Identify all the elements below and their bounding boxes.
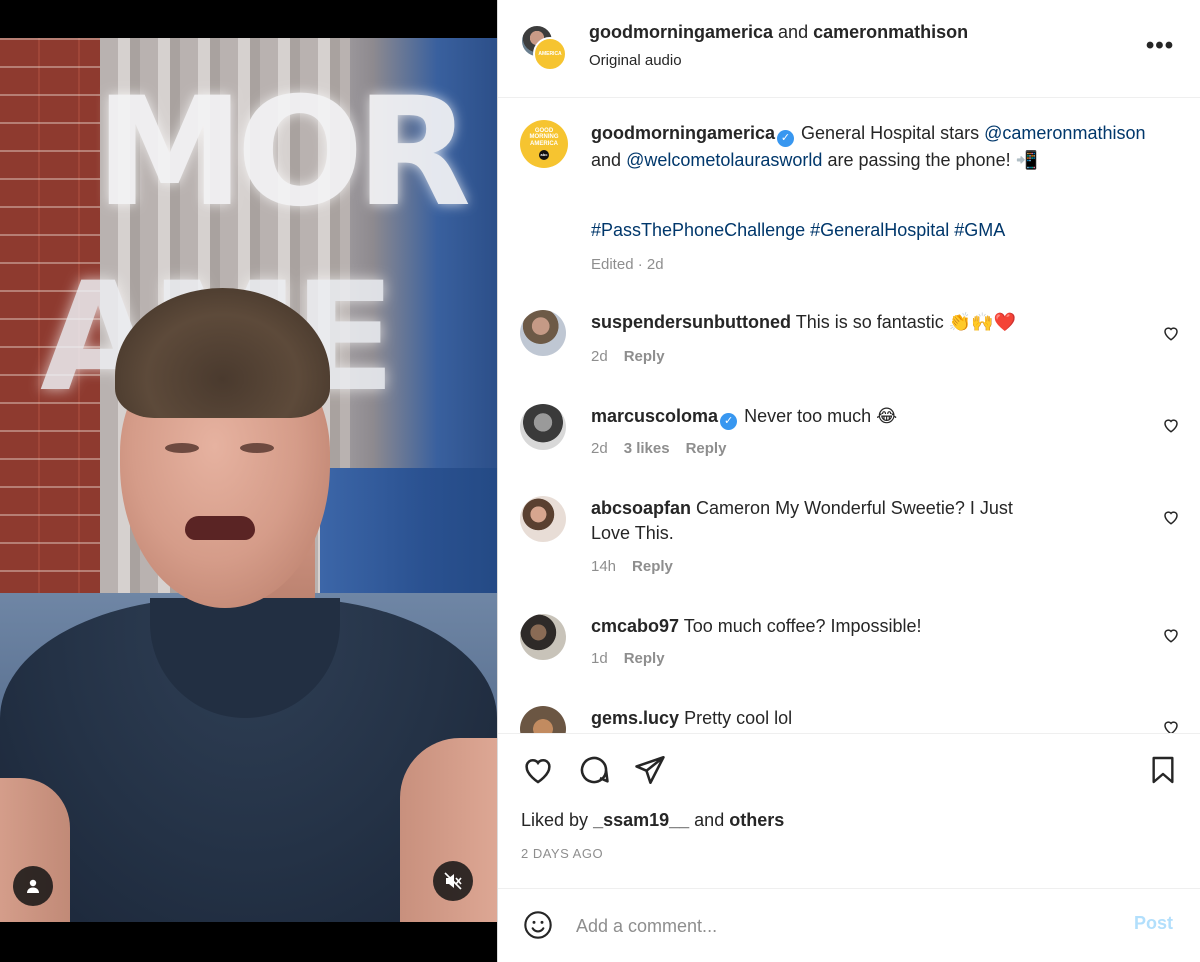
emoji-picker-button[interactable] xyxy=(520,907,556,943)
comment-username[interactable]: suspendersunbuttoned xyxy=(591,312,791,332)
comment-body: cmcabo97 Too much coffee? Impossible! xyxy=(591,614,1131,639)
share-icon xyxy=(635,755,665,785)
comment-input[interactable] xyxy=(576,911,1096,941)
caption-meta: Edited · 2d xyxy=(591,256,664,273)
comment-button[interactable] xyxy=(576,752,612,788)
post-actions: Liked by _ssam19__ and others 2 DAYS AGO xyxy=(498,733,1200,888)
comment-body: gems.lucy Pretty cool lol xyxy=(591,706,1131,731)
abc-logo-icon: abc xyxy=(539,149,549,160)
comment-meta: 2d Reply xyxy=(591,348,665,365)
post-author-names: goodmorningamerica and cameronmathison xyxy=(589,22,968,43)
post-comment-button[interactable]: Post xyxy=(1134,913,1173,934)
comment-text: This is so fantastic 👏🙌❤️ xyxy=(795,312,1016,332)
comment-likes-count[interactable]: 3 likes xyxy=(624,440,670,457)
comment-meta: 2d 3 likes Reply xyxy=(591,440,726,457)
post-caption: goodmorningamerica ✓ General Hospital sta… xyxy=(591,120,1171,173)
liked-by-prefix: Liked by xyxy=(521,810,589,830)
person-mouth xyxy=(185,516,255,540)
commenter-avatar[interactable] xyxy=(520,310,566,356)
person-eye-right xyxy=(240,443,274,453)
comment-body: abcsoapfan Cameron My Wonderful Sweetie?… xyxy=(591,496,1031,546)
comment-like-button[interactable] xyxy=(1160,322,1182,344)
person-eye-left xyxy=(165,443,199,453)
liked-by-user[interactable]: _ssam19__ xyxy=(593,810,689,830)
avatar-logo-line3: AMERICA xyxy=(530,140,558,147)
muted-speaker-icon xyxy=(444,872,462,890)
comment-body: marcuscoloma ✓ Never too much 😂 xyxy=(591,404,1131,430)
comment-age: 2d xyxy=(591,440,608,457)
comment-meta: 14h Reply xyxy=(591,558,673,575)
avatar-goodmorningamerica[interactable]: AMERICA xyxy=(533,37,567,71)
comment-text: Too much coffee? Impossible! xyxy=(683,616,922,636)
liked-by-summary: Liked by _ssam19__ and others xyxy=(521,810,784,831)
comment-body: suspendersunbuttoned This is so fantasti… xyxy=(591,310,1131,335)
comment-age: 14h xyxy=(591,558,617,575)
comment-username[interactable]: abcsoapfan xyxy=(591,498,691,518)
caption-hashtags[interactable]: #PassThePhoneChallenge #GeneralHospital … xyxy=(591,220,1005,241)
person-tag-icon xyxy=(27,879,39,893)
comment-icon xyxy=(580,756,609,784)
more-options-button[interactable]: ••• xyxy=(1143,32,1177,59)
post-detail-panel: AMERICA goodmorningamerica and cameronma… xyxy=(497,0,1200,962)
post-header: AMERICA goodmorningamerica and cameronma… xyxy=(498,0,1200,98)
tagged-users-button[interactable] xyxy=(13,866,53,906)
heart-icon xyxy=(1164,511,1178,525)
comment-text: Pretty cool lol xyxy=(684,708,793,728)
reel-video-player[interactable]: MOR AME xyxy=(0,0,497,962)
comment-username[interactable]: gems.lucy xyxy=(591,708,679,728)
comments-scroll-area[interactable]: GOOD MORNING AMERICA abc goodmorningamer… xyxy=(498,98,1200,733)
bookmark-icon xyxy=(1152,756,1174,784)
mention-welcometolaurasworld[interactable]: @welcometolaurasworld xyxy=(626,150,822,170)
more-options-icon: ••• xyxy=(1145,32,1175,59)
comment-meta: 1d Reply xyxy=(591,650,665,667)
like-button[interactable] xyxy=(520,752,556,788)
avatar-logo-text: AMERICA xyxy=(538,50,562,57)
comment-age: 1d xyxy=(591,650,608,667)
comment-like-button[interactable] xyxy=(1160,716,1182,733)
comment-reply-button[interactable]: Reply xyxy=(624,650,665,667)
comment-reply-button[interactable]: Reply xyxy=(624,348,665,365)
commenter-avatar[interactable] xyxy=(520,404,566,450)
emoji-icon xyxy=(524,911,552,939)
original-audio-link[interactable]: Original audio xyxy=(589,52,682,69)
share-button[interactable] xyxy=(632,752,668,788)
comment-like-button[interactable] xyxy=(1160,414,1182,436)
marquee-sign-upper: MOR xyxy=(95,66,471,240)
verified-badge-icon: ✓ xyxy=(720,413,738,430)
mention-cameronmathison[interactable]: @cameronmathison xyxy=(984,123,1145,143)
comment-username[interactable]: cmcabo97 xyxy=(591,616,679,636)
commenter-avatar[interactable] xyxy=(520,496,566,542)
comment-text: Never too much 😂 xyxy=(744,406,898,426)
caption-text-2: are passing the phone! 📲 xyxy=(827,150,1038,170)
liked-by-and: and xyxy=(694,810,725,830)
comment-age: 2d xyxy=(591,348,608,365)
caption-username[interactable]: goodmorningamerica xyxy=(591,123,775,143)
heart-icon xyxy=(1164,327,1178,341)
author-link-cameronmathison[interactable]: cameronmathison xyxy=(813,22,968,42)
comment-like-button[interactable] xyxy=(1160,624,1182,646)
mute-toggle-button[interactable] xyxy=(433,861,473,901)
author-and-text: and xyxy=(778,22,809,42)
commenter-avatar[interactable] xyxy=(520,614,566,660)
author-link-goodmorningamerica[interactable]: goodmorningamerica xyxy=(589,22,773,42)
add-comment-bar: Post xyxy=(498,888,1200,962)
heart-icon xyxy=(1164,721,1178,733)
caption-text-1: General Hospital stars xyxy=(801,123,980,143)
liked-by-others[interactable]: others xyxy=(729,810,784,830)
video-frame: MOR AME xyxy=(0,38,497,922)
comment-username[interactable]: marcuscoloma xyxy=(591,406,718,426)
heart-icon xyxy=(525,758,551,784)
heart-icon xyxy=(1164,419,1178,433)
comment-reply-button[interactable]: Reply xyxy=(632,558,673,575)
heart-icon xyxy=(1164,629,1178,643)
commenter-avatar[interactable] xyxy=(520,706,566,733)
collab-avatars[interactable]: AMERICA xyxy=(520,24,570,74)
comment-like-button[interactable] xyxy=(1160,506,1182,528)
caption-avatar[interactable]: GOOD MORNING AMERICA abc xyxy=(520,120,568,168)
comment-reply-button[interactable]: Reply xyxy=(686,440,727,457)
caption-text-and: and xyxy=(591,150,622,170)
save-button[interactable] xyxy=(1145,752,1181,788)
post-timestamp[interactable]: 2 DAYS AGO xyxy=(521,846,603,861)
verified-badge-icon: ✓ xyxy=(777,130,795,147)
